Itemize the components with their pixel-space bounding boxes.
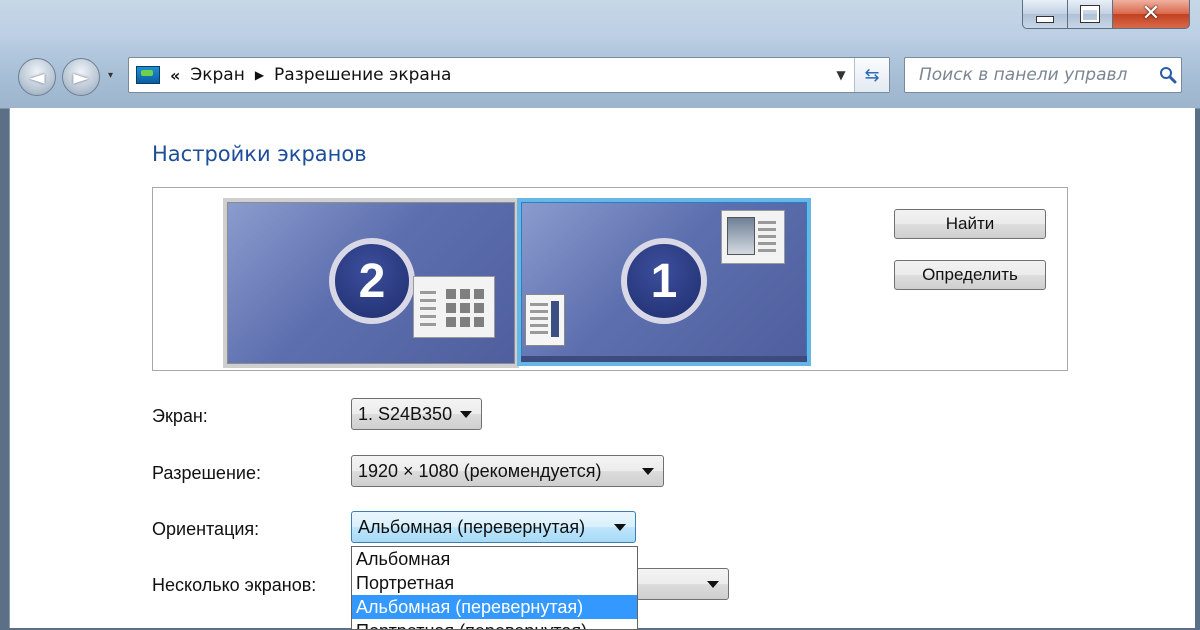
monitor-2-tile[interactable]: 2 [223,198,519,368]
forward-button[interactable]: ► [62,58,100,96]
orientation-option-landscape[interactable]: Альбомная [352,547,637,571]
close-button[interactable]: ✕ [1112,0,1190,29]
monitor-1-number: 1 [621,238,707,324]
address-bar[interactable]: « Экран ▶ Разрешение экрана ▼ ⇆ [128,57,890,93]
chevron-down-icon [460,411,472,418]
orientation-select-value: Альбомная (перевернутая) [358,516,586,537]
find-button[interactable]: Найти [894,209,1046,239]
page-title: Настройки экранов [152,142,367,166]
refresh-icon: ⇆ [864,64,880,86]
address-dropdown-icon[interactable]: ▼ [828,68,854,82]
start-menu-thumbnail-icon [413,276,495,338]
search-input[interactable] [917,64,1155,86]
back-arrow-icon: ◄ [29,65,45,89]
screen-select[interactable]: 1. S24B350 [351,398,482,430]
window-thumbnail-icon [721,210,785,264]
breadcrumb-screen-resolution[interactable]: Разрешение экрана [274,65,451,85]
screen-label: Экран: [152,406,208,426]
start-menu-thumbnail-icon [525,294,565,346]
display-icon [136,66,160,84]
orientation-select[interactable]: Альбомная (перевернутая) [351,511,636,543]
resolution-label: Разрешение: [152,463,261,483]
content-pane: Настройки экранов 2 1 Найти Определить Э… [9,108,1195,630]
resolution-select-value: 1920 × 1080 (рекомендуется) [358,460,602,481]
monitor-1-tile[interactable]: 1 [517,198,811,366]
search-box[interactable] [904,57,1182,93]
display-arrangement-panel: 2 1 Найти Определить [152,187,1068,371]
identify-button[interactable]: Определить [894,260,1046,290]
recent-pages-dropdown-icon[interactable]: ▾ [108,70,113,81]
breadcrumb-separator-icon[interactable]: ▶ [255,68,264,82]
chevron-down-icon [707,581,719,588]
forward-arrow-icon: ► [73,65,89,89]
orientation-option-landscape-flipped[interactable]: Альбомная (перевернутая) [352,595,637,619]
orientation-option-portrait-flipped[interactable]: Портретная (перевернутая) [352,619,637,629]
maximize-icon [1080,5,1100,23]
minimize-button[interactable] [1022,0,1068,29]
multiple-displays-select[interactable] [636,568,729,600]
breadcrumb-overflow-icon[interactable]: « [170,66,180,85]
refresh-button[interactable]: ⇆ [854,58,889,92]
taskbar-thumbnail [521,356,807,362]
window-chrome: ✕ ◄ ► ▾ « Экран ▶ Разрешение экрана ▼ ⇆ [0,0,1200,109]
orientation-option-portrait[interactable]: Портретная [352,571,637,595]
orientation-dropdown-list: Альбомная Портретная Альбомная (переверн… [351,546,638,630]
breadcrumb-screen[interactable]: Экран [190,65,244,85]
multiple-displays-label: Несколько экранов: [152,575,317,595]
resolution-select[interactable]: 1920 × 1080 (рекомендуется) [351,455,664,487]
maximize-button[interactable] [1067,0,1113,29]
back-button[interactable]: ◄ [18,58,56,96]
chevron-down-icon [642,468,654,475]
minimize-icon [1036,15,1054,23]
chevron-down-icon [614,524,626,531]
search-icon[interactable] [1155,66,1181,84]
monitor-2-number: 2 [329,238,415,324]
close-icon: ✕ [1141,1,1161,26]
screen-select-value: 1. S24B350 [358,403,453,424]
orientation-label: Ориентация: [152,519,260,539]
